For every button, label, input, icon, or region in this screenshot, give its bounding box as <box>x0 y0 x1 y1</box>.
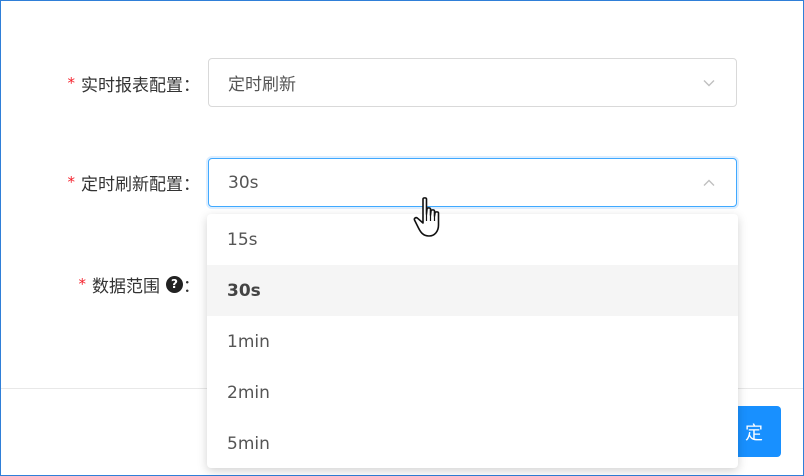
realtime-report-select[interactable]: 定时刷新 <box>208 58 737 107</box>
refresh-interval-value: 30s <box>228 172 259 193</box>
data-range-colon: ： <box>183 276 200 297</box>
dropdown-option-5min[interactable]: 5min <box>207 418 738 468</box>
required-mark: * <box>67 173 76 191</box>
required-mark: * <box>67 74 76 92</box>
dropdown-option-15s[interactable]: 15s <box>207 214 738 265</box>
refresh-interval-select[interactable]: 30s <box>208 158 737 207</box>
dropdown-option-30s[interactable]: 30s <box>207 265 738 316</box>
refresh-interval-row: * 定时刷新配置： <box>0 162 201 202</box>
dropdown-option-1min[interactable]: 1min <box>207 316 738 367</box>
hand-pointer-cursor <box>413 197 440 237</box>
option-label: 2min <box>227 382 270 403</box>
required-mark: * <box>78 275 87 293</box>
data-range-label-text: 数据范围 <box>92 276 160 297</box>
refresh-interval-dropdown: 15s 30s 1min 2min 5min <box>207 214 738 468</box>
realtime-report-value: 定时刷新 <box>228 75 296 95</box>
chevron-down-icon <box>703 79 715 86</box>
dropdown-option-2min[interactable]: 2min <box>207 367 738 418</box>
question-circle-icon[interactable]: ? <box>166 275 183 293</box>
data-range-label: * 数据范围 ? ： <box>79 264 201 304</box>
option-label: 1min <box>227 331 270 352</box>
realtime-report-label-text: 实时报表配置： <box>81 75 200 96</box>
data-range-row: * 数据范围 ? ： <box>0 264 201 304</box>
chevron-up-icon <box>703 179 715 186</box>
realtime-report-row: * 实时报表配置： <box>0 63 201 103</box>
realtime-report-label: * 实时报表配置： <box>68 63 201 103</box>
ok-button-label: 定 <box>745 422 763 444</box>
option-label: 5min <box>227 433 270 454</box>
refresh-interval-label-text: 定时刷新配置： <box>81 174 200 195</box>
option-label: 15s <box>227 229 258 250</box>
option-label: 30s <box>227 280 261 301</box>
refresh-interval-label: * 定时刷新配置： <box>68 162 201 202</box>
